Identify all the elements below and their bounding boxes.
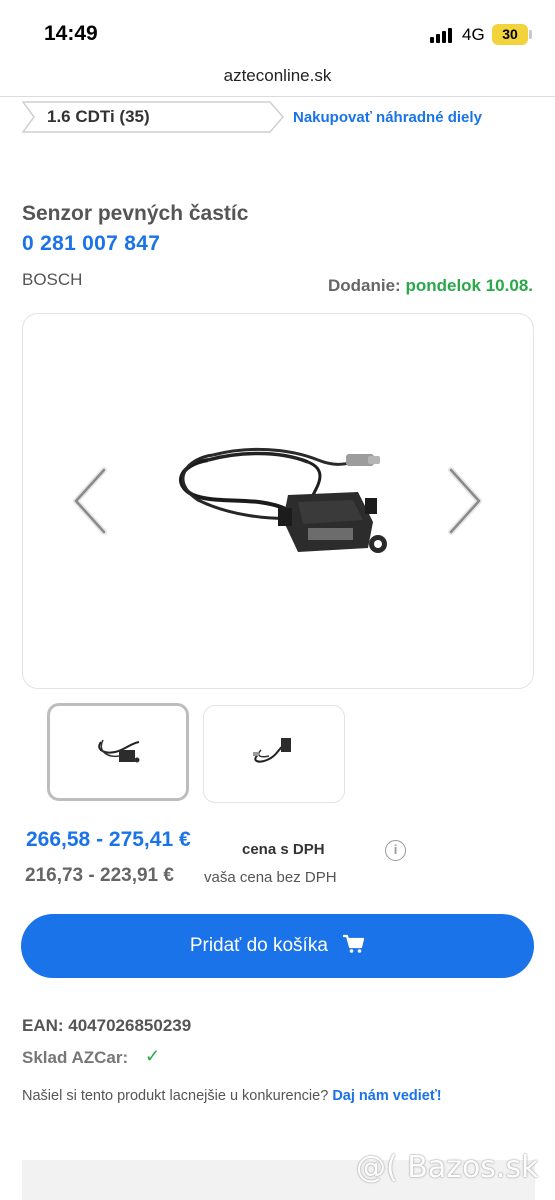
price-without-vat: 216,73 - 223,91 € xyxy=(25,865,174,886)
part-number: 0 281 007 847 xyxy=(22,232,161,255)
report-price-link[interactable]: Daj nám vedieť! xyxy=(332,1088,441,1104)
url-divider xyxy=(0,96,555,97)
signal-icon xyxy=(430,27,456,43)
product-image[interactable] xyxy=(168,440,388,560)
thumbnail-image xyxy=(98,739,140,763)
cart-icon xyxy=(343,934,365,953)
chevron-left-icon[interactable] xyxy=(70,466,110,536)
ean-code: EAN: 4047026850239 xyxy=(22,1016,192,1035)
price-with-vat-label: cena s DPH xyxy=(242,841,325,858)
add-to-cart-button[interactable]: Pridať do košíka xyxy=(21,914,534,978)
product-title: Senzor pevných častíc xyxy=(22,202,249,225)
thumbnail-1[interactable] xyxy=(47,703,189,801)
add-to-cart-label: Pridať do košíka xyxy=(189,935,328,956)
breadcrumb[interactable]: 1.6 CDTi (35) xyxy=(22,101,284,133)
chevron-right-icon[interactable] xyxy=(445,466,485,536)
thumbnail-2[interactable] xyxy=(203,705,345,803)
battery-icon: 30 xyxy=(492,24,528,45)
network-type: 4G xyxy=(462,25,485,44)
breadcrumb-label: 1.6 CDTi (35) xyxy=(47,107,150,126)
status-time: 14:49 xyxy=(44,22,98,45)
url-bar[interactable]: azteconline.sk xyxy=(0,66,555,86)
status-bar: 14:49 4G 30 xyxy=(0,0,555,62)
price-without-vat-label: vaša cena bez DPH xyxy=(204,869,337,886)
stock-label: Sklad AZCar: xyxy=(22,1048,129,1067)
compare-text: Našiel si tento produkt lacnejšie u konk… xyxy=(22,1088,329,1104)
battery-tip xyxy=(529,30,532,39)
price-with-vat: 266,58 - 275,41 € xyxy=(26,828,191,851)
check-icon: ✓ xyxy=(145,1046,161,1066)
info-icon[interactable]: i xyxy=(385,840,406,861)
delivery-date: pondelok 10.08. xyxy=(405,276,533,295)
shop-parts-link[interactable]: Nakupovať náhradné diely xyxy=(293,109,482,126)
delivery-label: Dodanie: xyxy=(327,276,401,295)
thumbnail-image xyxy=(253,738,291,763)
delivery-info: Dodanie: pondelok 10.08. xyxy=(328,276,533,296)
brand-name: BOSCH xyxy=(22,270,83,289)
compare-prompt: Našiel si tento produkt lacnejšie u konk… xyxy=(22,1088,442,1104)
watermark: @( Bazos.sk xyxy=(356,1150,539,1185)
